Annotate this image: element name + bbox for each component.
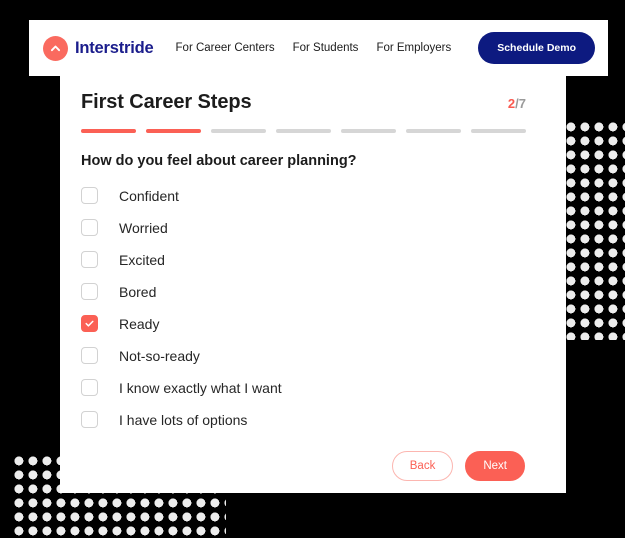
nav-links: For Career Centers For Students For Empl… [176,32,595,64]
option-row[interactable]: Excited [81,244,526,276]
step-total: /7 [515,96,526,111]
progress-segment-6 [406,129,461,133]
nav-link-for-employers[interactable]: For Employers [376,42,451,54]
top-navigation-bar: Interstride For Career Centers For Stude… [29,20,608,76]
option-row[interactable]: Not-so-ready [81,340,526,372]
brand-name: Interstride [75,38,154,57]
checkbox-icon[interactable] [81,283,98,300]
schedule-demo-button[interactable]: Schedule Demo [478,32,595,64]
option-row[interactable]: I have lots of options [81,404,526,436]
progress-segment-4 [276,129,331,133]
checkbox-checked-icon[interactable] [81,315,98,332]
option-label: I know exactly what I want [119,379,282,396]
checkbox-icon[interactable] [81,347,98,364]
option-row[interactable]: I know exactly what I want [81,372,526,404]
option-row[interactable]: Bored [81,276,526,308]
step-counter: 2/7 [508,96,526,111]
progress-segment-3 [211,129,266,133]
card-header: First Career Steps 2/7 [81,91,526,114]
checkbox-icon[interactable] [81,379,98,396]
dot-pattern-right [566,122,625,340]
checkbox-icon[interactable] [81,251,98,268]
nav-link-for-career-centers[interactable]: For Career Centers [176,42,275,54]
card-actions: Back Next [81,450,526,481]
page-title: First Career Steps [81,91,252,113]
option-label: Excited [119,251,165,268]
option-label: Confident [119,187,179,204]
survey-card: First Career Steps 2/7 How do you feel a… [60,75,566,493]
brand-logo[interactable]: Interstride [43,35,154,61]
checkbox-icon[interactable] [81,187,98,204]
next-button[interactable]: Next [465,450,525,481]
progress-segment-5 [341,129,396,133]
option-label: Not-so-ready [119,347,200,364]
progress-segment-1 [81,129,136,133]
option-label: Worried [119,219,168,236]
checkbox-icon[interactable] [81,411,98,428]
progress-segment-2 [146,129,201,133]
progress-bar [81,129,526,133]
option-row[interactable]: Worried [81,212,526,244]
option-label: I have lots of options [119,411,248,428]
options-list: Confident Worried Excited Bored Ready Not-so-… [81,180,526,436]
question-text: How do you feel about career planning? [81,152,357,169]
option-row[interactable]: Confident [81,180,526,212]
nav-link-for-students[interactable]: For Students [293,42,359,54]
checkbox-icon[interactable] [81,219,98,236]
option-row[interactable]: Ready [81,308,526,340]
back-button[interactable]: Back [391,450,454,481]
chevron-up-circle-icon [43,35,68,61]
option-label: Ready [119,315,160,332]
option-label: Bored [119,283,157,300]
progress-segment-7 [471,129,526,133]
